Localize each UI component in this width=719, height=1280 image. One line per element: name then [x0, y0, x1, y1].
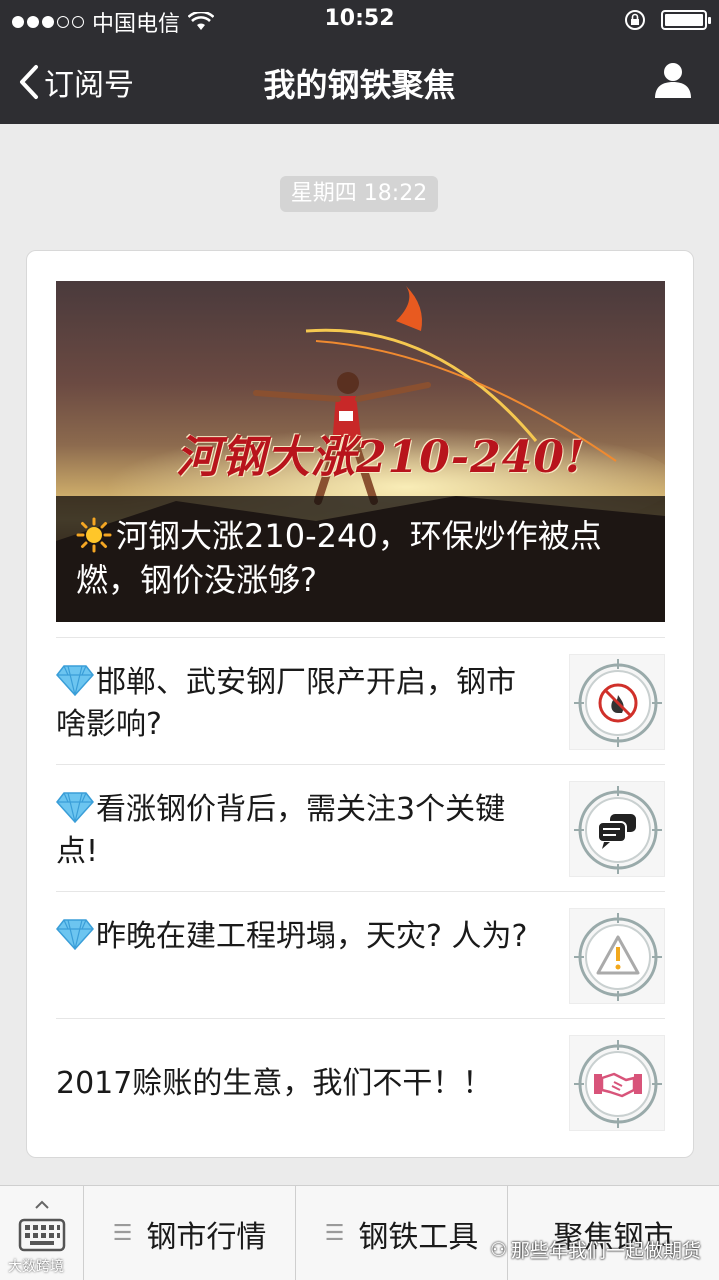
- watermark-left: 大数跨境: [8, 1259, 64, 1275]
- hero-image-headline: 河钢大涨210-240!: [176, 432, 586, 483]
- watermark: ⚇ 那些年我们一起做期货: [489, 1238, 701, 1263]
- rotation-lock-icon: [625, 10, 645, 30]
- article-card: 河钢大涨210-240! 河钢大涨210-240，环保炒作被点燃，钢价没涨够?: [26, 250, 694, 1158]
- hero-title: 河钢大涨210-240，环保炒作被点燃，钢价没涨够?: [76, 514, 646, 602]
- battery-icon: [661, 10, 711, 30]
- article-item[interactable]: 2017赊账的生意，我们不干！！: [56, 1018, 665, 1145]
- hero-article[interactable]: 河钢大涨210-240! 河钢大涨210-240，环保炒作被点燃，钢价没涨够?: [56, 281, 665, 622]
- article-title: 邯郸、武安钢厂限产开启，钢市啥影响?: [56, 665, 516, 742]
- profile-button[interactable]: [653, 60, 693, 104]
- chat-bubbles-icon: [569, 781, 665, 877]
- bottom-menu-bar: ☰ 钢市行情 ☰ 钢铁工具 聚焦钢市 ⚇ 那些年我们一起做期货 大数跨境: [0, 1185, 719, 1280]
- wechat-icon: ⚇: [489, 1238, 507, 1261]
- clock: 10:52: [324, 6, 395, 31]
- message-timestamp: 星期四 18:22: [280, 176, 438, 212]
- article-title: 2017赊账的生意，我们不干！！: [56, 1066, 493, 1101]
- diamond-icon: [56, 792, 94, 823]
- menu-lines-icon: ☰: [324, 1221, 345, 1246]
- menu-lines-icon: ☰: [112, 1221, 133, 1246]
- diamond-icon: [56, 919, 94, 950]
- warning-icon: [569, 908, 665, 1004]
- sun-icon: [76, 517, 112, 553]
- status-bar: 中国电信 10:52: [0, 0, 719, 40]
- article-item[interactable]: 昨晚在建工程坍塌，天灾? 人为?: [56, 891, 665, 1018]
- article-item[interactable]: 看涨钢价背后，需关注3个关键点!: [56, 764, 665, 891]
- status-right: [623, 8, 711, 32]
- no-fire-icon: [569, 654, 665, 750]
- handshake-icon: [569, 1035, 665, 1131]
- person-icon: [655, 63, 691, 98]
- article-title: 看涨钢价背后，需关注3个关键点!: [56, 792, 506, 869]
- menu-tools-button[interactable]: ☰ 钢铁工具: [296, 1186, 508, 1280]
- nav-bar: 订阅号 我的钢铁聚焦: [0, 40, 719, 124]
- menu-focus-button[interactable]: 聚焦钢市: [508, 1186, 719, 1280]
- diamond-icon: [56, 665, 94, 696]
- article-title: 昨晚在建工程坍塌，天灾? 人为?: [56, 916, 536, 958]
- article-item[interactable]: 邯郸、武安钢厂限产开启，钢市啥影响?: [56, 637, 665, 764]
- page-title: 我的钢铁聚焦: [263, 66, 456, 104]
- hero-caption: 河钢大涨210-240，环保炒作被点燃，钢价没涨够?: [56, 496, 665, 622]
- menu-market-button[interactable]: ☰ 钢市行情: [84, 1186, 296, 1280]
- hero-title-text: 河钢大涨210-240，环保炒作被点燃，钢价没涨够?: [76, 517, 602, 599]
